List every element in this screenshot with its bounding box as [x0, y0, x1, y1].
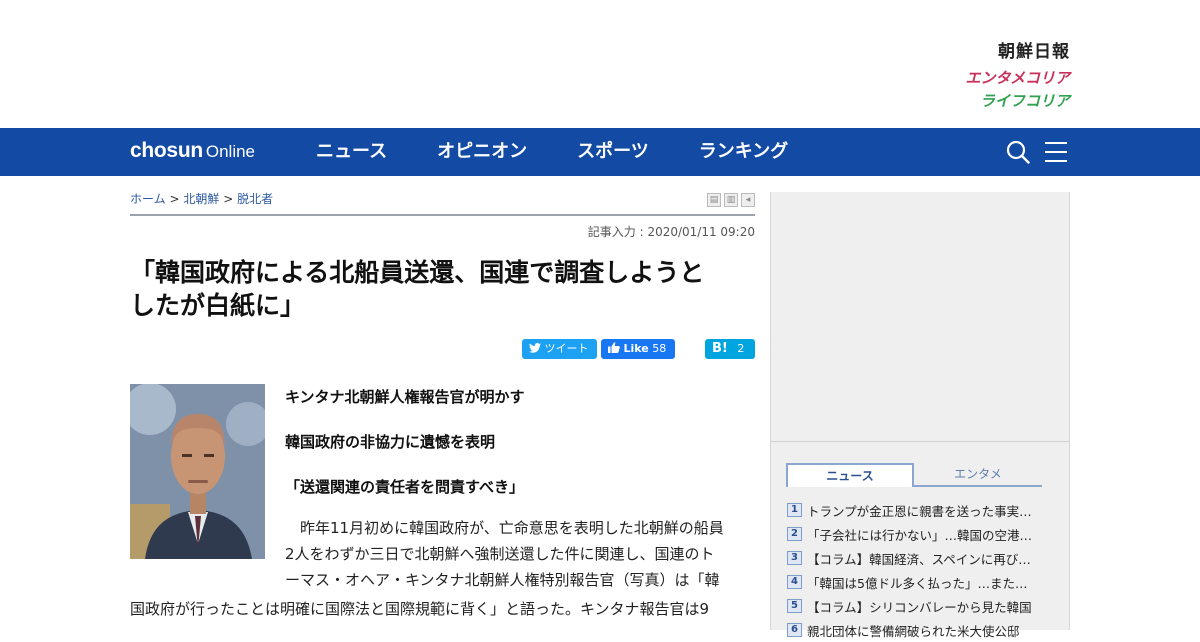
breadcrumb-defectors[interactable]: 脱北者	[237, 192, 273, 206]
thumbs-up-icon	[608, 342, 624, 355]
share-buttons: ツイート Like 58 B! 2	[518, 339, 755, 359]
ranking-item[interactable]: 5 【コラム】シリコンバレーから見た韓国	[787, 594, 1047, 618]
article-subheads: キンタナ北朝鮮人権報告官が明かす 韓国政府の非協力に遺憾を表明 「送還関連の責任…	[285, 384, 755, 593]
tweet-button[interactable]: ツイート	[522, 339, 597, 359]
tab-news[interactable]: ニュース	[786, 463, 914, 487]
ranking-title: 親北団体に警備網破られた米大使公邸	[807, 623, 1020, 639]
hatena-count: 2	[737, 342, 745, 355]
headline-line-2: したが白紙に」	[130, 291, 306, 320]
main-nav: chosun Online ニュース オピニオン スポーツ ランキング	[0, 128, 1200, 176]
breadcrumb-separator: >	[169, 192, 180, 206]
nav-item-sports[interactable]: スポーツ	[577, 128, 649, 176]
article-body: 国政府が行ったことは明確に国際法と国際規範に背く」と語った。キンタナ報告官は9	[130, 596, 755, 622]
enta-korea-link[interactable]: エンタメコリア	[930, 71, 1070, 86]
headline-line-1: 「韓国政府による北船員送還、国連で調査しようと	[130, 258, 705, 287]
ranking-item[interactable]: 4 「韓国は5億ドル多く払った」…また…	[787, 570, 1047, 594]
site-header: 朝鮮日報 エンタメコリア ライフコリア	[0, 0, 1200, 128]
like-count: 58	[652, 342, 667, 355]
ranking-item[interactable]: 1 トランプが金正恩に親書を送った事実…	[787, 498, 1047, 522]
breadcrumb-north-korea[interactable]: 北朝鮮	[183, 192, 219, 206]
life-korea-link[interactable]: ライフコリア	[930, 94, 1070, 109]
tab-entertainment[interactable]: エンタメ	[914, 463, 1042, 485]
ranking-list: 1 トランプが金正恩に親書を送った事実… 2 「子会社には行かない」…韓国の空港… …	[787, 498, 1047, 642]
twitter-bird-icon	[529, 342, 545, 355]
breadcrumb: ホーム > 北朝鮮 > 脱北者	[130, 190, 273, 207]
brand-links: 朝鮮日報 エンタメコリア ライフコリア	[930, 44, 1070, 109]
ranking-title: 【コラム】韓国経済、スペインに再び…	[807, 551, 1031, 567]
text-size-icon[interactable]: ▥	[724, 193, 738, 207]
ranking-title: 「子会社には行かない」…韓国の空港…	[807, 527, 1033, 543]
body-line-3: ーマス・オヘア・キンタナ北朝鮮人権特別報告官（写真）は「韓	[285, 571, 720, 589]
ranking-title: トランプが金正恩に親書を送った事実…	[807, 503, 1032, 519]
facebook-like-button[interactable]: Like 58	[601, 339, 675, 359]
chosun-nippo-link[interactable]: 朝鮮日報	[930, 44, 1070, 61]
ranking-tabs: ニュース エンタメ	[786, 463, 1042, 487]
nav-item-ranking[interactable]: ランキング	[699, 128, 788, 176]
article-body-start: 昨年11月初めに韓国政府が、亡命意思を表明した北朝鮮の船員 2人をわずか三日で北…	[285, 515, 755, 593]
logo-sub-text: Online	[205, 142, 256, 161]
ranking-item[interactable]: 6 親北団体に警備網破られた米大使公邸	[787, 618, 1047, 642]
rank-number: 1	[787, 503, 802, 517]
sidebar: ニュース エンタメ 1 トランプが金正恩に親書を送った事実… 2 「子会社には行かな…	[770, 192, 1070, 639]
subhead-3: 「送還関連の責任者を問責すべき」	[285, 478, 524, 496]
tweet-label: ツイート	[544, 342, 589, 355]
nav-item-opinion[interactable]: オピニオン	[437, 128, 527, 176]
ad-slot	[771, 192, 1069, 442]
article-tools: ▤ ▥ ◂	[707, 193, 755, 207]
search-icon[interactable]	[1006, 140, 1030, 164]
ranking-item[interactable]: 2 「子会社には行かない」…韓国の空港…	[787, 522, 1047, 546]
rank-number: 6	[787, 623, 802, 637]
article-headline: 「韓国政府による北船員送還、国連で調査しようと したが白紙に」	[130, 256, 755, 322]
subhead-1: キンタナ北朝鮮人権報告官が明かす	[285, 388, 525, 406]
breadcrumb-home[interactable]: ホーム	[130, 192, 166, 206]
subhead-2: 韓国政府の非協力に遺憾を表明	[285, 433, 496, 451]
breadcrumb-separator: >	[223, 192, 234, 206]
logo-main-text: chosun	[130, 139, 203, 162]
body-line-2: 2人をわずか三日で北朝鮮へ強制送還した件に関連し、国連のト	[285, 545, 715, 563]
nav-item-news[interactable]: ニュース	[316, 128, 387, 176]
chosun-online-logo[interactable]: chosun Online	[130, 139, 255, 165]
body-line-4: 国政府が行ったことは明確に国際法と国際規範に背く」と語った。キンタナ報告官は9	[130, 600, 710, 618]
ranking-title: 【コラム】シリコンバレーから見た韓国	[807, 599, 1032, 615]
ranking-title: 「韓国は5億ドル多く払った」…また…	[807, 575, 1028, 591]
breadcrumb-row: ホーム > 北朝鮮 > 脱北者 ▤ ▥ ◂	[130, 176, 755, 216]
body-line-1: 昨年11月初めに韓国政府が、亡命意思を表明した北朝鮮の船員	[285, 519, 724, 537]
rank-number: 3	[787, 551, 802, 565]
hatena-bookmark-button[interactable]: B! 2	[705, 339, 755, 359]
rank-number: 4	[787, 575, 802, 589]
like-label: Like	[623, 342, 649, 355]
rank-number: 2	[787, 527, 802, 541]
article-photo	[130, 384, 265, 559]
nav-icons	[1006, 140, 1068, 164]
ranking-item[interactable]: 3 【コラム】韓国経済、スペインに再び…	[787, 546, 1047, 570]
article-dateline: 記事入力 : 2020/01/11 09:20	[587, 225, 755, 239]
hatena-label: B!	[712, 341, 728, 356]
nav-items: ニュース オピニオン スポーツ ランキング	[316, 128, 838, 176]
rank-number: 5	[787, 599, 802, 613]
article-column: ホーム > 北朝鮮 > 脱北者 ▤ ▥ ◂ 記事入力 : 2020/01/11 …	[130, 176, 755, 630]
menu-icon[interactable]	[1044, 140, 1068, 164]
back-arrow-icon[interactable]: ◂	[741, 193, 755, 207]
print-icon[interactable]: ▤	[707, 193, 721, 207]
